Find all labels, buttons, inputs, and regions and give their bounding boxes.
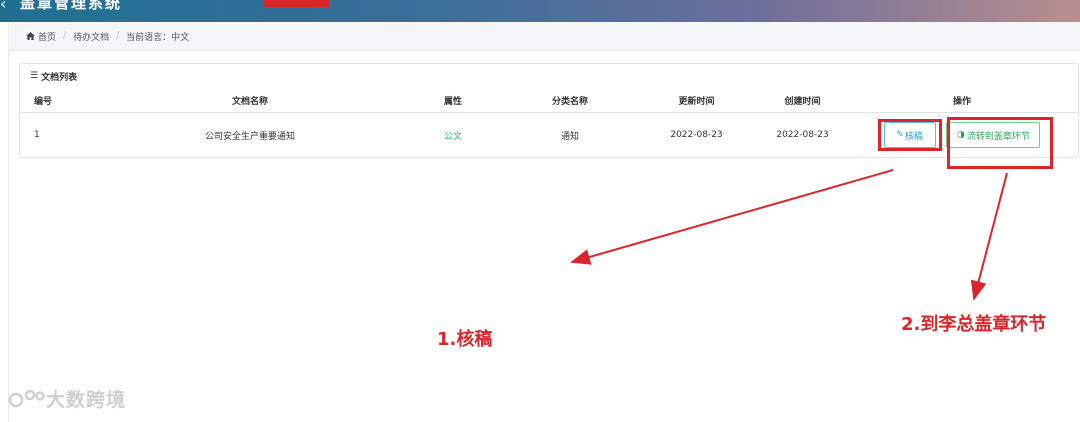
watermark: 大数跨境	[8, 385, 126, 412]
breadcrumb: 首页 / 待办文档 / 当前语言：中文	[10, 22, 1080, 51]
breadcrumb-page[interactable]: 待办文档	[73, 30, 109, 43]
arrow-to-step1	[570, 169, 894, 265]
panel-header: ☰ 文档列表	[20, 64, 1078, 88]
app-header: ‹ 盖章管理系统	[0, 0, 1080, 22]
watermark-logo-icon	[8, 389, 45, 407]
breadcrumb-separator: /	[63, 31, 67, 41]
breadcrumb-home[interactable]: 首页	[10, 30, 56, 43]
column-header-updated: 更新时间	[634, 88, 759, 113]
column-header-name: 文档名称	[100, 88, 400, 113]
column-header-actions: 操作	[846, 88, 1078, 113]
cell-id: 1	[34, 130, 40, 140]
cell-name: 公司安全生产重要通知	[204, 131, 295, 142]
column-header-id: 编号	[20, 88, 100, 113]
breadcrumb-home-label: 首页	[38, 32, 57, 43]
app-title: 盖章管理系统	[20, 0, 123, 12]
flow-highlight-box	[947, 117, 1053, 169]
left-divider	[8, 22, 9, 422]
cell-updated: 2022-08-23	[670, 130, 723, 140]
annotation-step2: 2.到李总盖章环节	[901, 314, 1047, 335]
column-header-created: 创建时间	[759, 88, 846, 113]
cell-category: 通知	[560, 131, 579, 142]
panel-title: 文档列表	[41, 72, 78, 83]
column-header-category: 分类名称	[506, 88, 634, 113]
back-icon[interactable]: ‹	[0, 0, 6, 13]
list-icon: ☰	[30, 71, 39, 81]
watermark-text: 大数跨境	[46, 389, 127, 411]
home-icon	[26, 32, 35, 40]
breadcrumb-separator: /	[116, 31, 120, 41]
breadcrumb-language: 当前语言：中文	[126, 32, 190, 43]
attribute-link[interactable]: 公文	[444, 132, 462, 142]
annotation-step1: 1.核稿	[437, 329, 493, 350]
arrow-to-step2	[970, 172, 1008, 301]
header-red-highlight	[263, 0, 329, 7]
table-header-row: 编号 文档名称 属性 分类名称 更新时间 创建时间 操作	[20, 88, 1078, 113]
cell-created: 2022-08-23	[776, 130, 829, 140]
review-highlight-box	[878, 119, 942, 151]
cell-attribute: 公文	[400, 113, 506, 158]
column-header-attribute: 属性	[400, 88, 506, 113]
